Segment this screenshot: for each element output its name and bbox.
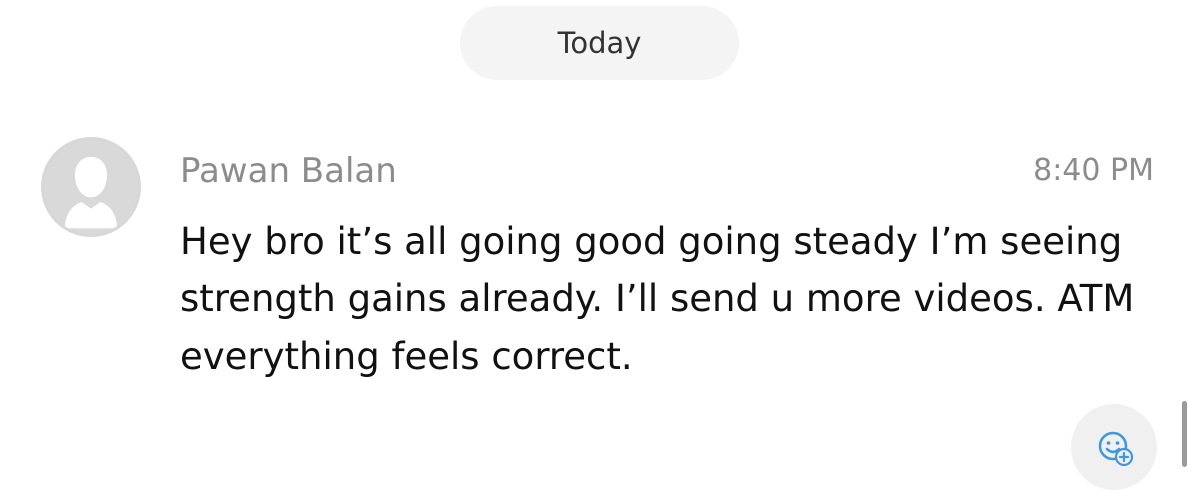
default-user-avatar-icon [44, 140, 138, 234]
message-timestamp: 8:40 PM [1033, 153, 1154, 188]
add-emoji-reaction-icon [1098, 431, 1134, 467]
vertical-scrollbar[interactable] [1182, 401, 1187, 467]
add-reaction-button[interactable] [1071, 404, 1157, 490]
message-text: Hey bro it’s all going good going steady… [180, 220, 1135, 378]
sender-avatar[interactable] [41, 137, 141, 237]
chat-message: Pawan Balan 8:40 PM Hey bro it’s all goi… [0, 0, 1200, 467]
sender-name[interactable]: Pawan Balan [180, 151, 397, 191]
